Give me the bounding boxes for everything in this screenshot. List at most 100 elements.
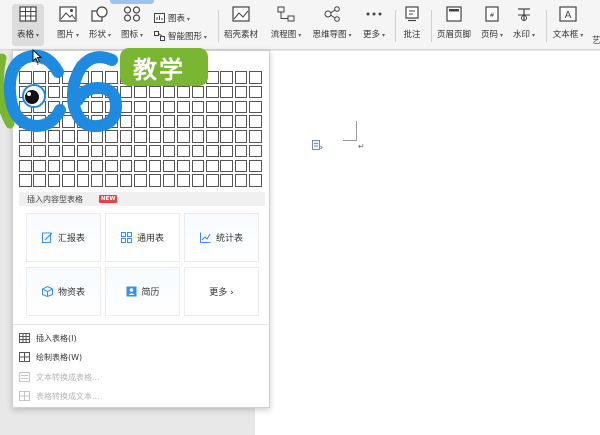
header-footer-button[interactable]: 页眉页脚 — [434, 4, 474, 46]
grid-cell[interactable] — [33, 115, 46, 128]
grid-cell[interactable] — [177, 159, 190, 173]
grid-cell[interactable] — [90, 130, 104, 143]
grid-cell[interactable] — [105, 144, 118, 158]
table-button[interactable]: 表格 — [12, 4, 44, 46]
smart-shape-button[interactable]: 智能图形 — [154, 29, 207, 43]
document-page[interactable] — [255, 51, 600, 435]
grid-cell[interactable] — [90, 144, 104, 158]
grid-cell[interactable] — [134, 144, 147, 158]
art-text-button-label-cut[interactable]: 艺 — [592, 34, 600, 46]
grid-cell[interactable] — [90, 159, 104, 173]
grid-cell[interactable] — [19, 174, 32, 187]
grid-cell[interactable] — [19, 115, 32, 128]
more-button[interactable]: 更多 — [360, 4, 388, 46]
grid-cell[interactable] — [62, 115, 75, 128]
grid-cell[interactable] — [206, 71, 219, 84]
grid-cell[interactable] — [177, 144, 190, 158]
grid-cell[interactable] — [249, 130, 262, 143]
grid-cell[interactable] — [234, 71, 248, 84]
grid-cell[interactable] — [105, 159, 118, 173]
grid-cell[interactable] — [234, 144, 248, 158]
grid-cell[interactable] — [177, 71, 190, 84]
grid-cell[interactable] — [206, 174, 219, 187]
grid-cell[interactable] — [191, 100, 205, 114]
grid-cell[interactable] — [33, 144, 46, 158]
grid-cell[interactable] — [76, 85, 90, 99]
grid-cell[interactable] — [191, 85, 205, 99]
grid-cell[interactable] — [148, 100, 162, 114]
grid-cell[interactable] — [33, 85, 46, 99]
grid-cell[interactable] — [90, 174, 104, 187]
grid-cell[interactable] — [76, 144, 90, 158]
grid-cell[interactable] — [19, 159, 32, 173]
grid-cell[interactable] — [119, 130, 133, 143]
grid-cell[interactable] — [234, 115, 248, 128]
grid-cell[interactable] — [162, 130, 176, 143]
grid-cell[interactable] — [19, 130, 32, 143]
grid-cell[interactable] — [47, 174, 61, 187]
grid-cell[interactable] — [33, 159, 46, 173]
grid-cell[interactable] — [47, 159, 61, 173]
grid-cell[interactable] — [191, 130, 205, 143]
grid-cell[interactable] — [220, 130, 233, 143]
grid-cell[interactable] — [33, 71, 46, 84]
grid-cell[interactable] — [191, 144, 205, 158]
grid-cell[interactable] — [62, 71, 75, 84]
grid-cell[interactable] — [234, 159, 248, 173]
grid-cell[interactable] — [119, 144, 133, 158]
grid-cell[interactable] — [134, 115, 147, 128]
grid-cell[interactable] — [234, 100, 248, 114]
grid-cell[interactable] — [162, 85, 176, 99]
mindmap-button[interactable]: 思维导图 — [310, 4, 354, 46]
picture-button[interactable]: 图片 — [54, 4, 82, 46]
flowchart-button[interactable]: 流程图 — [268, 4, 304, 46]
grid-cell[interactable] — [47, 100, 61, 114]
grid-cell[interactable] — [119, 85, 133, 99]
grid-cell[interactable] — [234, 174, 248, 187]
grid-cell[interactable] — [148, 159, 162, 173]
grid-cell[interactable] — [19, 85, 32, 99]
grid-cell[interactable] — [62, 85, 75, 99]
grid-cell[interactable] — [177, 115, 190, 128]
grid-cell[interactable] — [19, 100, 32, 114]
grid-cell[interactable] — [134, 85, 147, 99]
comment-button[interactable]: 批注 — [400, 4, 424, 46]
grid-cell[interactable] — [249, 115, 262, 128]
grid-cell[interactable] — [47, 115, 61, 128]
grid-cell[interactable] — [191, 159, 205, 173]
grid-cell[interactable] — [90, 115, 104, 128]
grid-cell[interactable] — [206, 130, 219, 143]
grid-cell[interactable] — [162, 100, 176, 114]
grid-cell[interactable] — [47, 130, 61, 143]
grid-cell[interactable] — [33, 130, 46, 143]
grid-cell[interactable] — [134, 159, 147, 173]
grid-cell[interactable] — [177, 100, 190, 114]
grid-cell[interactable] — [47, 85, 61, 99]
grid-cell[interactable] — [148, 144, 162, 158]
grid-cell[interactable] — [76, 100, 90, 114]
grid-cell[interactable] — [90, 100, 104, 114]
grid-cell[interactable] — [90, 71, 104, 84]
grid-cell[interactable] — [249, 144, 262, 158]
report-table-card[interactable]: 汇报表 — [26, 213, 101, 262]
material-button[interactable]: 稻壳素材 — [222, 4, 260, 46]
grid-cell[interactable] — [148, 174, 162, 187]
grid-cell[interactable] — [234, 130, 248, 143]
grid-cell[interactable] — [206, 144, 219, 158]
grid-cell[interactable] — [234, 85, 248, 99]
grid-cell[interactable] — [119, 100, 133, 114]
grid-cell[interactable] — [33, 174, 46, 187]
grid-cell[interactable] — [76, 130, 90, 143]
paste-options-icon[interactable] — [311, 139, 323, 151]
grid-cell[interactable] — [76, 71, 90, 84]
watermark-button[interactable]: 水印 — [510, 4, 538, 46]
grid-cell[interactable] — [134, 174, 147, 187]
grid-cell[interactable] — [177, 85, 190, 99]
textbox-button[interactable]: A 文本框 — [552, 4, 584, 46]
resume-table-card[interactable]: 简历 — [105, 267, 180, 316]
grid-cell[interactable] — [105, 85, 118, 99]
grid-cell[interactable] — [119, 159, 133, 173]
grid-cell[interactable] — [119, 115, 133, 128]
grid-cell[interactable] — [134, 71, 147, 84]
grid-cell[interactable] — [249, 71, 262, 84]
